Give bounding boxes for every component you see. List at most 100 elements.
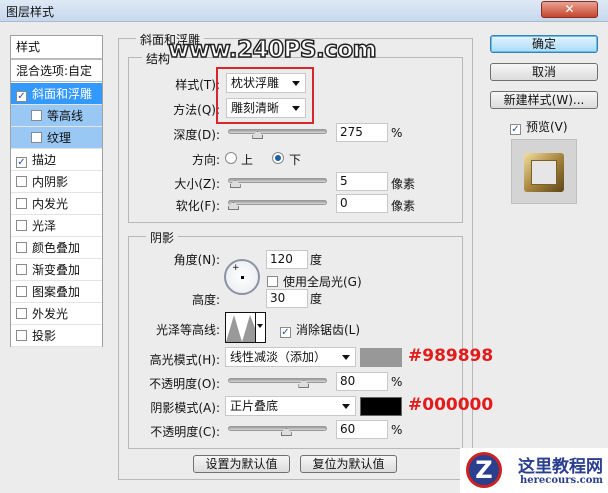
checkbox-icon[interactable]: ✓ (16, 157, 27, 168)
preview-checkbox[interactable]: ✓ 预览(V) (510, 118, 568, 135)
angle-crosshair-icon: + (232, 263, 240, 273)
divider (255, 313, 256, 342)
style-item[interactable]: 外发光 (11, 303, 102, 325)
checkbox-icon[interactable]: ✓ (16, 91, 27, 102)
style-item[interactable]: 图案叠加 (11, 281, 102, 303)
style-item[interactable]: 渐变叠加 (11, 259, 102, 281)
soften-input[interactable]: 0 (336, 194, 388, 213)
style-item-label: 投影 (32, 329, 57, 343)
shadow-opacity-unit: % (391, 423, 403, 437)
checkbox-icon[interactable] (31, 132, 42, 143)
depth-input[interactable]: 275 (336, 123, 388, 142)
shadow-mode-label: 阴影模式(A): (150, 401, 220, 415)
size-slider[interactable] (228, 178, 327, 183)
depth-slider[interactable] (228, 129, 327, 134)
style-item-label: 图案叠加 (32, 285, 81, 299)
style-item[interactable]: ✓ 斜面和浮雕 (11, 83, 102, 105)
style-label: 样式(T): (175, 78, 220, 92)
style-item[interactable]: 等高线 (11, 105, 102, 127)
highlight-color-swatch[interactable] (360, 348, 402, 367)
chevron-down-icon (257, 324, 263, 328)
preview-inner (531, 160, 557, 185)
highlight-mode-label: 高光模式(H): (149, 353, 220, 367)
direction-up-radio[interactable] (225, 152, 237, 164)
blending-options[interactable]: 混合选项:自定 (11, 60, 102, 82)
shadow-mode-select[interactable]: 正片叠底 (225, 396, 356, 416)
checkbox-icon[interactable] (16, 220, 27, 231)
style-item[interactable]: ✓ 描边 (11, 149, 102, 171)
shadow-hex-annotation: #000000 (408, 395, 494, 415)
style-item[interactable]: 内阴影 (11, 171, 102, 193)
style-item-label: 等高线 (47, 109, 84, 123)
depth-unit: % (391, 126, 403, 140)
chevron-down-icon (342, 355, 350, 360)
logo-watermark: Z 这里教程网 herecours.com (460, 448, 608, 493)
checkbox-icon[interactable] (16, 264, 27, 275)
highlight-opacity-slider[interactable] (228, 378, 327, 383)
shadow-opacity-label: 不透明度(C): (150, 425, 220, 439)
logo-z-icon: Z (466, 452, 502, 488)
global-light-checkbox[interactable]: 使用全局光(G) (267, 273, 362, 290)
make-default-button[interactable]: 设置为默认值 (193, 455, 290, 473)
reset-default-button[interactable]: 复位为默认值 (300, 455, 397, 473)
highlight-box (216, 67, 314, 124)
direction-down-label: 下 (289, 153, 302, 167)
checkbox-icon[interactable] (16, 308, 27, 319)
altitude-input[interactable]: 30 (266, 289, 308, 308)
preview-frame (524, 153, 564, 192)
style-item[interactable]: 纹理 (11, 127, 102, 149)
shadow-mode-value: 正片叠底 (230, 399, 279, 413)
shadow-color-swatch[interactable] (360, 397, 402, 416)
preview-label: 预览(V) (526, 120, 568, 134)
checkbox-icon[interactable] (16, 286, 27, 297)
shading-title: 阴影 (146, 229, 179, 246)
style-preview (511, 139, 577, 204)
gloss-contour-picker[interactable] (225, 312, 266, 343)
angle-input[interactable]: 120 (266, 250, 308, 269)
style-item[interactable]: 光泽 (11, 215, 102, 237)
highlight-mode-select[interactable]: 线性减淡（添加） (225, 347, 356, 367)
style-item-label: 斜面和浮雕 (32, 87, 93, 101)
style-item-label: 内发光 (32, 197, 69, 211)
watermark-text: www.240PS.com (167, 36, 377, 64)
logo-cn: 这里教程网 (518, 457, 603, 477)
close-button[interactable]: ✕ (541, 1, 598, 18)
global-light-label: 使用全局光(G) (283, 275, 362, 289)
checkbox-icon[interactable] (16, 242, 27, 253)
soften-label: 软化(F): (175, 199, 220, 213)
style-item[interactable]: 颜色叠加 (11, 237, 102, 259)
checkbox-icon[interactable] (16, 330, 27, 341)
style-item-label: 颜色叠加 (32, 241, 81, 255)
ok-button[interactable]: 确定 (490, 35, 598, 53)
direction-label: 方向: (191, 153, 220, 167)
checkbox-icon[interactable] (16, 198, 27, 209)
logo-en: herecours.com (520, 475, 604, 486)
shadow-opacity-slider[interactable] (228, 426, 327, 431)
size-label: 大小(Z): (174, 177, 220, 191)
altitude-unit: 度 (310, 292, 323, 306)
style-item[interactable]: 投影 (11, 325, 102, 347)
chevron-down-icon (342, 404, 350, 409)
angle-label: 角度(N): (173, 253, 220, 267)
angle-dial[interactable]: + (224, 259, 260, 295)
checkbox-icon: ✓ (510, 124, 521, 135)
highlight-opacity-input[interactable]: 80 (336, 372, 388, 391)
shadow-opacity-input[interactable]: 60 (336, 420, 388, 439)
checkbox-icon[interactable] (16, 176, 27, 187)
antialias-checkbox[interactable]: ✓ 消除锯齿(L) (280, 321, 360, 338)
new-style-button[interactable]: 新建样式(W)... (490, 91, 598, 109)
window-title: 图层样式 (6, 5, 55, 19)
soften-slider[interactable] (228, 200, 327, 205)
highlight-mode-value: 线性减淡（添加） (230, 350, 327, 364)
size-input[interactable]: 5 (336, 172, 388, 191)
direction-down-radio[interactable] (272, 152, 284, 164)
style-item-label: 纹理 (47, 131, 72, 145)
soften-unit: 像素 (391, 199, 416, 213)
angle-unit: 度 (310, 253, 323, 267)
highlight-opacity-label: 不透明度(O): (149, 377, 220, 391)
gloss-contour-label: 光泽等高线: (155, 323, 220, 337)
checkbox-icon: ✓ (280, 327, 291, 338)
style-item[interactable]: 内发光 (11, 193, 102, 215)
cancel-button[interactable]: 取消 (490, 63, 598, 81)
checkbox-icon[interactable] (31, 110, 42, 121)
